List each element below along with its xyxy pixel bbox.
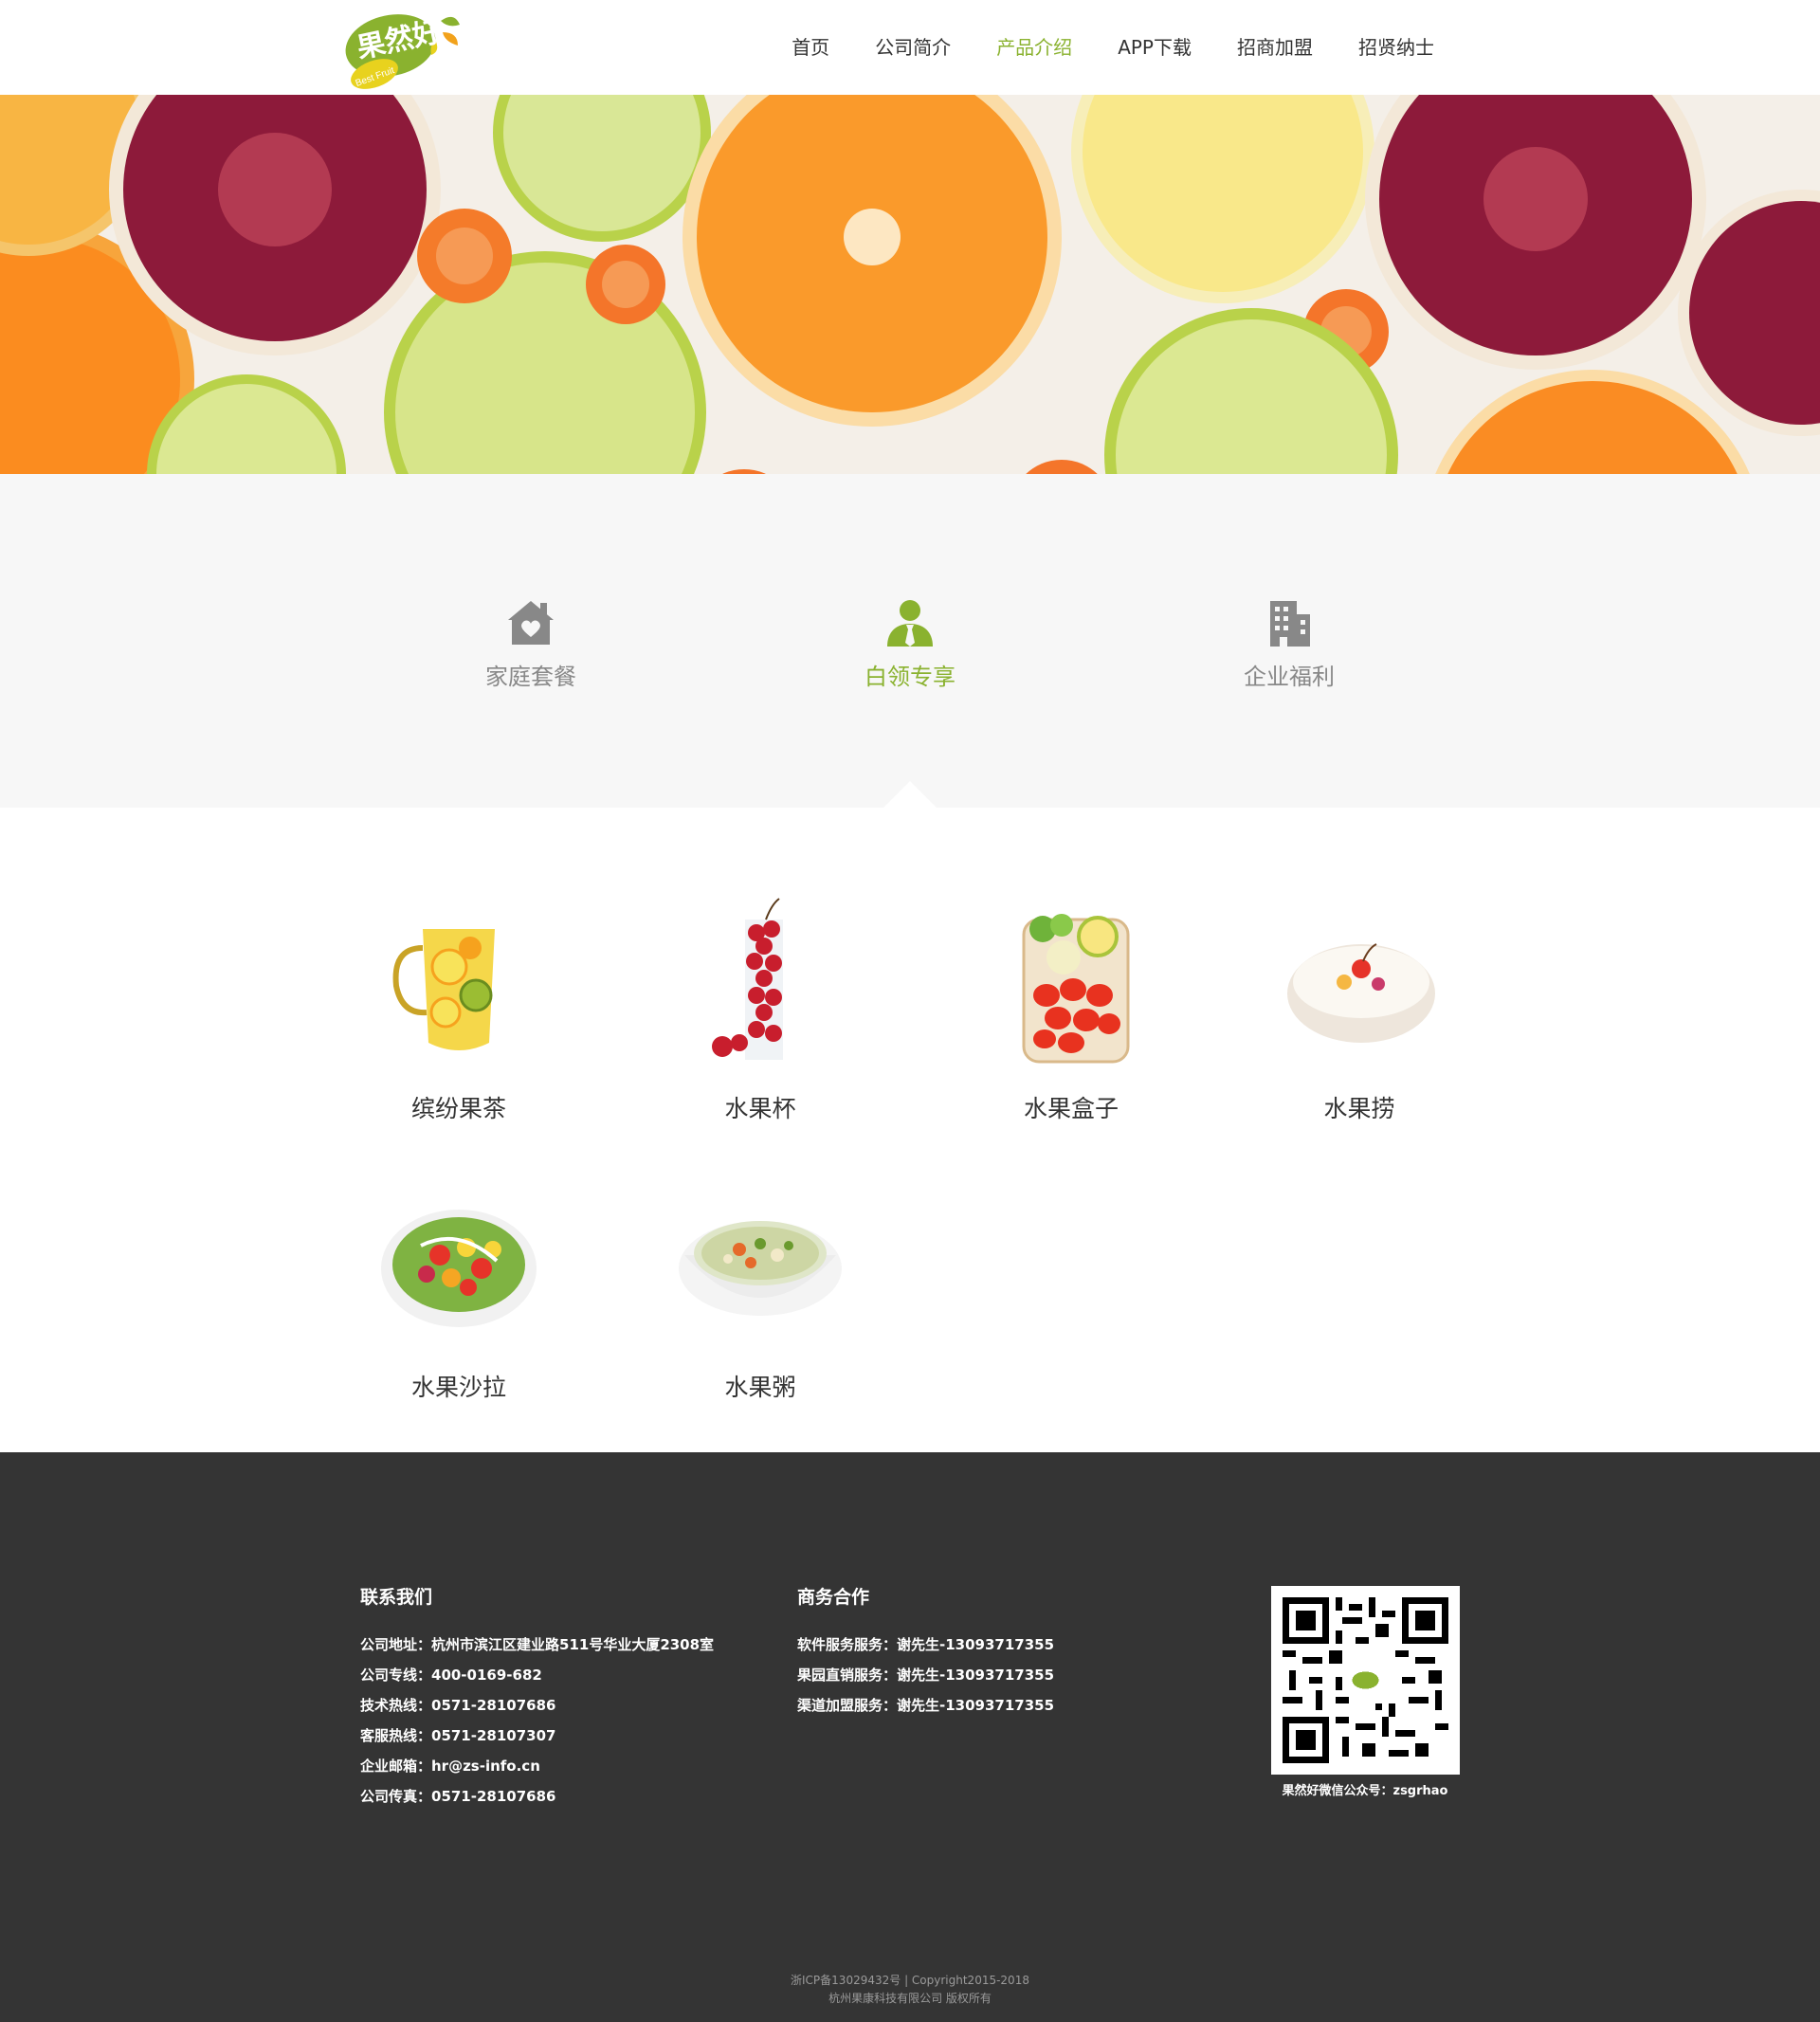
tab-label: 白领专享 — [864, 664, 956, 690]
nav-products[interactable]: 产品介绍 — [974, 0, 1095, 95]
product-fruit-lao[interactable]: 水果捞 — [1246, 891, 1473, 1124]
fruit-cup-image — [712, 898, 783, 1060]
business-title: 商务合作 — [797, 1587, 870, 1608]
copyright: 浙ICP备13029432号 | Copyright2015-2018 杭州果康… — [0, 1972, 1820, 2008]
site-header: 果然好 Best Fruit 首页 公司简介 产品介绍 APP下载 招商加盟 招… — [0, 0, 1820, 95]
product-fruit-box[interactable]: 水果盒子 — [957, 891, 1185, 1124]
active-tab-pointer — [883, 781, 937, 808]
tab-label: 企业福利 — [1244, 664, 1335, 690]
product-fruit-porridge[interactable]: 水果粥 — [646, 1170, 874, 1403]
person-tie-icon — [887, 600, 933, 647]
building-icon — [1270, 601, 1310, 647]
contact-tech-hotline: 技术热线：0571-28107686 — [360, 1697, 556, 1714]
site-footer: 联系我们 公司地址：杭州市滨江区建业路511号华业大厦2308室 公司专线：40… — [0, 1452, 1820, 2022]
hero-banner-citrus — [0, 95, 1820, 474]
business-orchard-direct: 果园直销服务：谢先生-13093717355 — [797, 1667, 1055, 1684]
fruit-salad-image — [381, 1210, 537, 1327]
wechat-qr-code — [1271, 1586, 1460, 1775]
tab-label: 家庭套餐 — [485, 664, 576, 690]
company-rights: 杭州果康科技有限公司 版权所有 — [828, 1992, 992, 2005]
business-software-service: 软件服务服务：谢先生-13093717355 — [797, 1636, 1055, 1653]
product-name: 水果粥 — [724, 1374, 796, 1401]
fruit-lao-bowl-image — [1287, 943, 1435, 1043]
logo[interactable]: 果然好 Best Fruit — [338, 8, 471, 89]
house-heart-icon — [508, 601, 554, 645]
icp-record[interactable]: 浙ICP备13029432号 | Copyright2015-2018 — [0, 1972, 1820, 1990]
nav-about[interactable]: 公司简介 — [852, 0, 974, 95]
nav-franchise[interactable]: 招商加盟 — [1214, 0, 1336, 95]
main-nav: 首页 公司简介 产品介绍 APP下载 招商加盟 招贤纳士 — [769, 0, 1457, 95]
fruit-tea-pitcher-image — [392, 929, 495, 1050]
tab-enterprise-welfare[interactable]: 企业福利 — [1166, 595, 1412, 691]
contact-fax: 公司传真：0571-28107686 — [360, 1788, 556, 1805]
contact-us-column: 联系我们 公司地址：杭州市滨江区建业路511号华业大厦2308室 公司专线：40… — [360, 1583, 714, 1812]
tab-white-collar[interactable]: 白领专享 — [787, 595, 1033, 691]
contact-us-title: 联系我们 — [360, 1587, 433, 1608]
contact-email[interactable]: 企业邮箱：hr@zs-info.cn — [360, 1751, 714, 1781]
product-name: 缤纷果茶 — [410, 1095, 506, 1122]
contact-address: 公司地址：杭州市滨江区建业路511号华业大厦2308室 — [360, 1636, 715, 1653]
fruit-porridge-image — [679, 1221, 842, 1316]
nav-careers[interactable]: 招贤纳士 — [1336, 0, 1457, 95]
product-name: 水果捞 — [1323, 1095, 1395, 1122]
product-fruit-salad[interactable]: 水果沙拉 — [345, 1170, 573, 1403]
nav-app-download[interactable]: APP下载 — [1095, 0, 1214, 95]
product-fruit-cup[interactable]: 水果杯 — [646, 891, 874, 1124]
contact-service-hotline: 客服热线：0571-28107307 — [360, 1727, 556, 1744]
product-name: 水果沙拉 — [410, 1374, 506, 1401]
fruit-box-image — [1022, 914, 1130, 1064]
category-tabs: 家庭套餐 白领专享 企业福利 — [0, 474, 1820, 808]
tab-family-package[interactable]: 家庭套餐 — [408, 595, 654, 691]
qr-caption: 果然好微信公众号：zsgrhao — [1282, 1784, 1448, 1798]
product-grid: 缤纷果茶 水果杯 水果盒子 水果捞 水果沙拉 水果粥 — [0, 808, 1820, 1452]
contact-hotline: 公司专线：400-0169-682 — [360, 1667, 542, 1684]
product-fruit-tea[interactable]: 缤纷果茶 — [345, 891, 573, 1124]
business-channel-franchise: 渠道加盟服务：谢先生-13093717355 — [797, 1697, 1055, 1714]
product-name: 水果杯 — [724, 1095, 796, 1122]
nav-home[interactable]: 首页 — [769, 0, 852, 95]
product-name: 水果盒子 — [1023, 1095, 1119, 1122]
business-cooperation-column: 商务合作 软件服务服务：谢先生-13093717355 果园直销服务：谢先生-1… — [797, 1583, 1054, 1721]
